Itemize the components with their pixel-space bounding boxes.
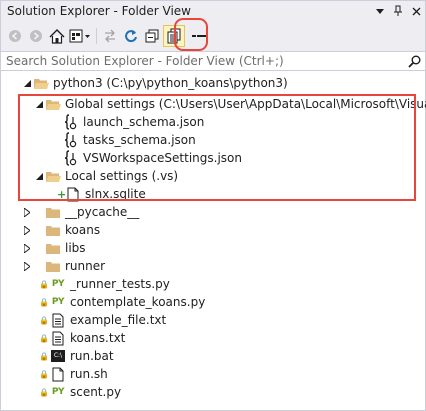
folder-icon [45,258,61,274]
expand-arrow-icon[interactable] [21,203,33,221]
file-label: slnx.sqlite [85,187,146,201]
collapse-arrow-icon[interactable] [33,167,45,185]
tree-item-file[interactable]: 🔒 run.sh [39,365,108,383]
json-file-icon [63,132,79,148]
batch-file-icon: C:\ [50,348,66,364]
back-icon[interactable] [5,25,25,47]
json-file-icon [63,114,79,130]
tree-item-file[interactable]: 🔒 example_file.txt [39,311,166,329]
lock-icon: 🔒 [39,297,49,307]
python-file-icon: PY [51,387,65,397]
tree-item-file[interactable]: + slnx.sqlite [57,185,146,203]
folder-icon [45,204,61,220]
global-settings-label: Global settings (C:\Users\User\AppData\L… [65,97,426,111]
tree-item-file[interactable]: 🔒 PY contemplate_koans.py [39,293,205,311]
toolbar [1,21,425,51]
sync-with-document-icon[interactable] [100,25,120,47]
search-input[interactable] [1,53,403,69]
tree-item-file[interactable]: 🔒 C:\ run.bat [39,347,114,365]
tree-item-folder[interactable]: koans [21,221,100,239]
solution-explorer-window: Solution Explorer - Folder View Search S… [0,0,426,411]
folder-icon [45,222,61,238]
tree-item-folder[interactable]: libs [21,239,86,257]
tree-item-local-settings[interactable]: Local settings (.vs) [33,167,178,185]
title-bar: Solution Explorer - Folder View [1,1,425,21]
tree-item-folder[interactable]: __pycache__ [21,203,139,221]
tree-item-file[interactable]: VSWorkspaceSettings.json [63,149,242,167]
refresh-icon[interactable] [121,25,141,47]
file-label: run.sh [69,367,108,381]
python-file-icon: PY [51,297,65,307]
folder-label: runner [65,259,106,273]
expand-arrow-icon[interactable] [21,239,33,257]
folder-label: libs [65,241,86,255]
python-file-icon: PY [51,279,65,289]
collapse-arrow-icon[interactable] [21,74,33,92]
file-label: _runner_tests.py [69,277,170,291]
text-file-icon [50,330,66,346]
file-label: run.bat [69,349,114,363]
file-label: koans.txt [69,331,126,345]
preview-selected-items-icon[interactable] [189,25,209,47]
json-file-icon [63,150,79,166]
tree-item-folder[interactable]: runner [21,257,105,275]
add-status-icon: + [57,187,67,201]
switch-views-icon[interactable] [68,25,92,47]
tree-item-file[interactable]: launch_schema.json [63,113,204,131]
collapse-all-icon[interactable] [142,25,162,47]
file-icon [65,186,81,202]
lock-icon: 🔒 [39,351,49,361]
window-title: Solution Explorer - Folder View [7,4,191,18]
file-label: tasks_schema.json [83,133,196,147]
file-label: contemplate_koans.py [69,295,206,309]
lock-icon: 🔒 [39,387,49,397]
tree-root[interactable]: python3 (C:\py\python_koans\python3) [21,74,288,92]
tree-item-file[interactable]: 🔒 PY scent.py [39,383,121,401]
search-bar [1,51,425,71]
toolbar-separator [96,28,97,44]
tree-item-file[interactable]: tasks_schema.json [63,131,196,149]
file-label: scent.py [69,385,122,399]
expand-arrow-icon[interactable] [21,221,33,239]
tree-root-label: python3 (C:\py\python_koans\python3) [53,76,288,90]
lock-icon: 🔒 [39,315,49,325]
folder-open-icon [33,75,49,91]
collapse-arrow-icon[interactable] [33,95,45,113]
folder-open-icon [45,96,61,112]
close-icon[interactable] [407,2,425,20]
file-label: example_file.txt [69,313,167,327]
file-label: launch_schema.json [83,115,205,129]
tree-item-file[interactable]: 🔒 koans.txt [39,329,125,347]
lock-icon: 🔒 [39,369,49,379]
lock-icon: 🔒 [39,333,49,343]
file-icon [50,366,66,382]
folder-label: __pycache__ [65,205,140,219]
lock-icon: 🔒 [39,279,49,289]
tree-item-global-settings[interactable]: Global settings (C:\Users\User\AppData\L… [33,95,426,113]
show-all-files-button[interactable] [163,25,185,47]
file-label: VSWorkspaceSettings.json [83,151,242,165]
batch-badge: C:\ [50,350,65,362]
home-icon[interactable] [47,25,67,47]
search-icon[interactable] [403,55,425,68]
window-options-dropdown-icon[interactable] [371,2,389,20]
folder-icon [45,240,61,256]
local-settings-label: Local settings (.vs) [65,169,179,183]
forward-icon[interactable] [26,25,46,47]
show-all-files-icon [167,28,181,44]
text-file-icon [50,312,66,328]
folder-open-icon [45,168,61,184]
tree-item-file[interactable]: 🔒 PY _runner_tests.py [39,275,170,293]
folder-label: koans [65,223,101,237]
pin-icon[interactable] [389,2,407,20]
expand-arrow-icon[interactable] [21,257,33,275]
